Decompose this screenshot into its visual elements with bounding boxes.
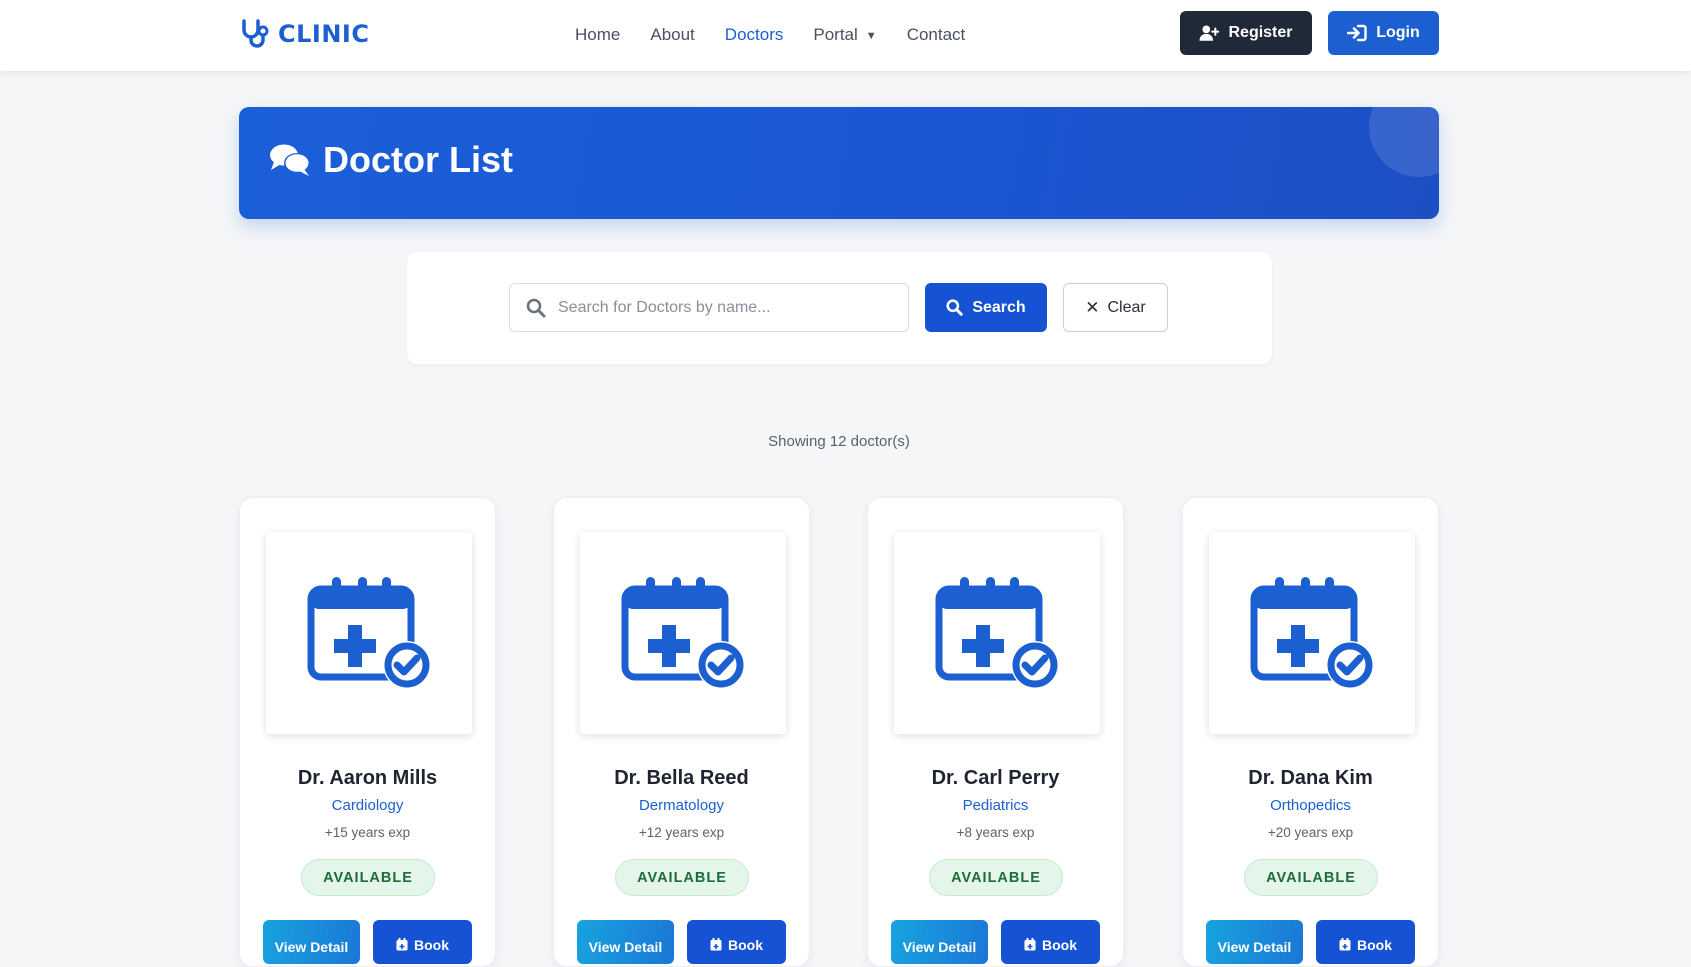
navbar: CLINIC Home About Doctors Portal ▼ Conta…: [0, 0, 1691, 71]
doctor-specialty: Dermatology: [638, 797, 725, 814]
calendar-plus-icon: [1339, 938, 1351, 951]
calendar-plus-icon: [1024, 938, 1036, 951]
brand-logo[interactable]: CLINIC: [238, 17, 369, 51]
nav-contact[interactable]: Contact: [892, 0, 981, 69]
clear-button-label: Clear: [1107, 298, 1146, 316]
doctor-specialty: Orthopedics: [1270, 797, 1351, 814]
page-title-wrap: Doctor List: [269, 139, 513, 181]
nav-doctors[interactable]: Doctors: [710, 0, 799, 69]
main-nav: Home About Doctors Portal ▼ Contact: [560, 0, 980, 69]
doctor-experience: +15 years exp: [324, 825, 411, 840]
stethoscope-icon: [242, 19, 269, 48]
comments-icon: [270, 144, 310, 176]
user-plus-icon: [1199, 25, 1220, 41]
nav-doctors-label: Doctors: [724, 24, 784, 44]
doctor-name: Dr. Bella Reed: [614, 767, 749, 789]
book-button-label: Book: [1042, 937, 1077, 953]
doctor-specialty: Cardiology: [331, 797, 404, 814]
doctor-image: [894, 532, 1100, 734]
doctor-specialty: Pediatrics: [962, 797, 1029, 814]
search-field[interactable]: [509, 283, 909, 332]
nav-contact-label: Contact: [906, 24, 966, 44]
book-button-label: Book: [414, 937, 449, 953]
nav-home-label: Home: [575, 24, 621, 44]
doctor-image: [1209, 532, 1415, 734]
search-icon: [946, 299, 964, 316]
status-badge: AVAILABLE: [615, 859, 749, 896]
search-button-label: Search: [972, 298, 1026, 316]
book-button-label: Book: [728, 937, 763, 953]
clear-button[interactable]: ✕ Clear: [1063, 283, 1168, 332]
status-badge: AVAILABLE: [301, 859, 435, 896]
calendar-plus-icon: [396, 938, 408, 951]
login-label: Login: [1376, 24, 1420, 41]
status-badge: AVAILABLE: [1244, 859, 1378, 896]
nav-about-label: About: [650, 24, 695, 44]
view-detail-button[interactable]: View Detail: [263, 920, 360, 964]
close-icon: ✕: [1085, 298, 1100, 317]
doctor-card: Dr. Bella Reed Dermatology +12 years exp…: [553, 497, 810, 967]
register-label: Register: [1228, 24, 1293, 41]
decorative-circle: [1369, 107, 1439, 177]
page-title: Doctor List: [323, 139, 514, 180]
search-icon: [526, 298, 546, 318]
book-button[interactable]: Book: [687, 920, 786, 964]
doctor-experience: +8 years exp: [956, 825, 1035, 840]
view-detail-button[interactable]: View Detail: [577, 920, 674, 964]
nav-about[interactable]: About: [635, 0, 709, 69]
view-detail-button[interactable]: View Detail: [891, 920, 988, 964]
search-button[interactable]: Search: [925, 283, 1047, 332]
page-header-banner: Doctor List: [239, 107, 1439, 219]
calendar-plus-icon: [710, 938, 722, 951]
view-detail-button[interactable]: View Detail: [1206, 920, 1303, 964]
calendar-medical-icon: [307, 577, 431, 689]
book-button[interactable]: Book: [373, 920, 472, 964]
doctor-name: Dr. Carl Perry: [931, 767, 1060, 789]
search-panel: Search ✕ Clear: [407, 252, 1272, 364]
book-button[interactable]: Book: [1001, 920, 1100, 964]
doctor-name: Dr. Dana Kim: [1248, 767, 1373, 789]
nav-portal-dropdown[interactable]: Portal ▼: [798, 0, 891, 69]
doctor-card: Dr. Dana Kim Orthopedics +20 years exp A…: [1182, 497, 1439, 967]
doctor-image: [580, 532, 786, 734]
doctor-name: Dr. Aaron Mills: [297, 767, 438, 789]
register-button[interactable]: Register: [1180, 11, 1312, 55]
nav-home[interactable]: Home: [560, 0, 635, 69]
doctor-image: [266, 532, 472, 734]
doctor-experience: +12 years exp: [638, 825, 725, 840]
calendar-medical-icon: [1250, 577, 1374, 689]
calendar-medical-icon: [935, 577, 1059, 689]
sign-in-icon: [1347, 24, 1367, 42]
login-button[interactable]: Login: [1328, 11, 1439, 55]
book-button-label: Book: [1357, 937, 1392, 953]
doctor-card: Dr. Carl Perry Pediatrics +8 years exp A…: [867, 497, 1124, 967]
book-button[interactable]: Book: [1316, 920, 1415, 964]
caret-down-icon: ▼: [865, 29, 877, 42]
nav-portal-label: Portal: [813, 24, 858, 44]
doctor-card: Dr. Aaron Mills Cardiology +15 years exp…: [239, 497, 496, 967]
status-badge: AVAILABLE: [929, 859, 1063, 896]
results-count: Showing 12 doctor(s): [768, 433, 910, 450]
search-input[interactable]: [510, 284, 908, 331]
doctor-experience: +20 years exp: [1267, 825, 1354, 840]
brand-name: CLINIC: [278, 20, 370, 48]
calendar-medical-icon: [621, 577, 745, 689]
